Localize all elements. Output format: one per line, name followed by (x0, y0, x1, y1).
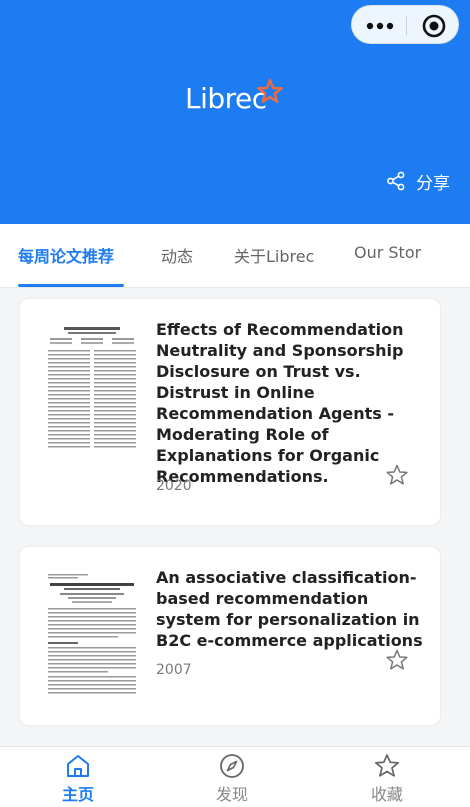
paper-year: 2007 (156, 662, 192, 678)
star-outline-icon[interactable] (386, 464, 408, 486)
paper-card[interactable]: An associative classification-based reco… (19, 546, 441, 726)
nav-home[interactable]: 主页 (38, 753, 118, 805)
nav-label: 发现 (215, 785, 248, 804)
home-icon (67, 755, 89, 777)
compass-icon (220, 754, 244, 778)
tab-bar: 每周论文推荐 动态 关于Librec Our Stor (0, 224, 470, 288)
close-target-icon[interactable] (422, 14, 446, 38)
paper-title[interactable]: An associative classification-based reco… (156, 567, 432, 651)
mini-program-capsule[interactable] (351, 5, 459, 44)
paper-thumbnail-icon (44, 323, 140, 453)
share-icon (387, 171, 405, 191)
paper-card[interactable]: Effects of Recommendation Neutrality and… (19, 298, 441, 526)
logo-text: Librec (185, 82, 267, 115)
logo-star-icon (257, 78, 283, 103)
paper-year: 2020 (156, 478, 192, 494)
librec-logo: Librec (185, 78, 285, 120)
share-button[interactable]: 分享 (386, 168, 450, 194)
bottom-nav: 主页 发现 收藏 (0, 746, 470, 807)
paper-title[interactable]: Effects of Recommendation Neutrality and… (156, 319, 432, 487)
more-dots-icon[interactable] (366, 16, 394, 35)
paper-thumbnail-icon (44, 571, 140, 701)
nav-favorites[interactable]: 收藏 (347, 753, 427, 805)
star-icon (374, 754, 400, 777)
tab-about-librec[interactable]: 关于Librec (234, 243, 314, 267)
star-outline-icon[interactable] (386, 649, 408, 671)
share-label: 分享 (416, 173, 450, 194)
capsule-divider (406, 16, 407, 35)
nav-discover[interactable]: 发现 (192, 753, 272, 805)
tab-our-story[interactable]: Our Stor (354, 243, 421, 262)
nav-label: 收藏 (370, 785, 403, 804)
tab-weekly-papers[interactable]: 每周论文推荐 (18, 243, 114, 267)
nav-label: 主页 (61, 785, 94, 804)
header: Librec 分享 (0, 0, 470, 224)
tab-news[interactable]: 动态 (161, 243, 193, 267)
active-tab-indicator (18, 284, 124, 287)
